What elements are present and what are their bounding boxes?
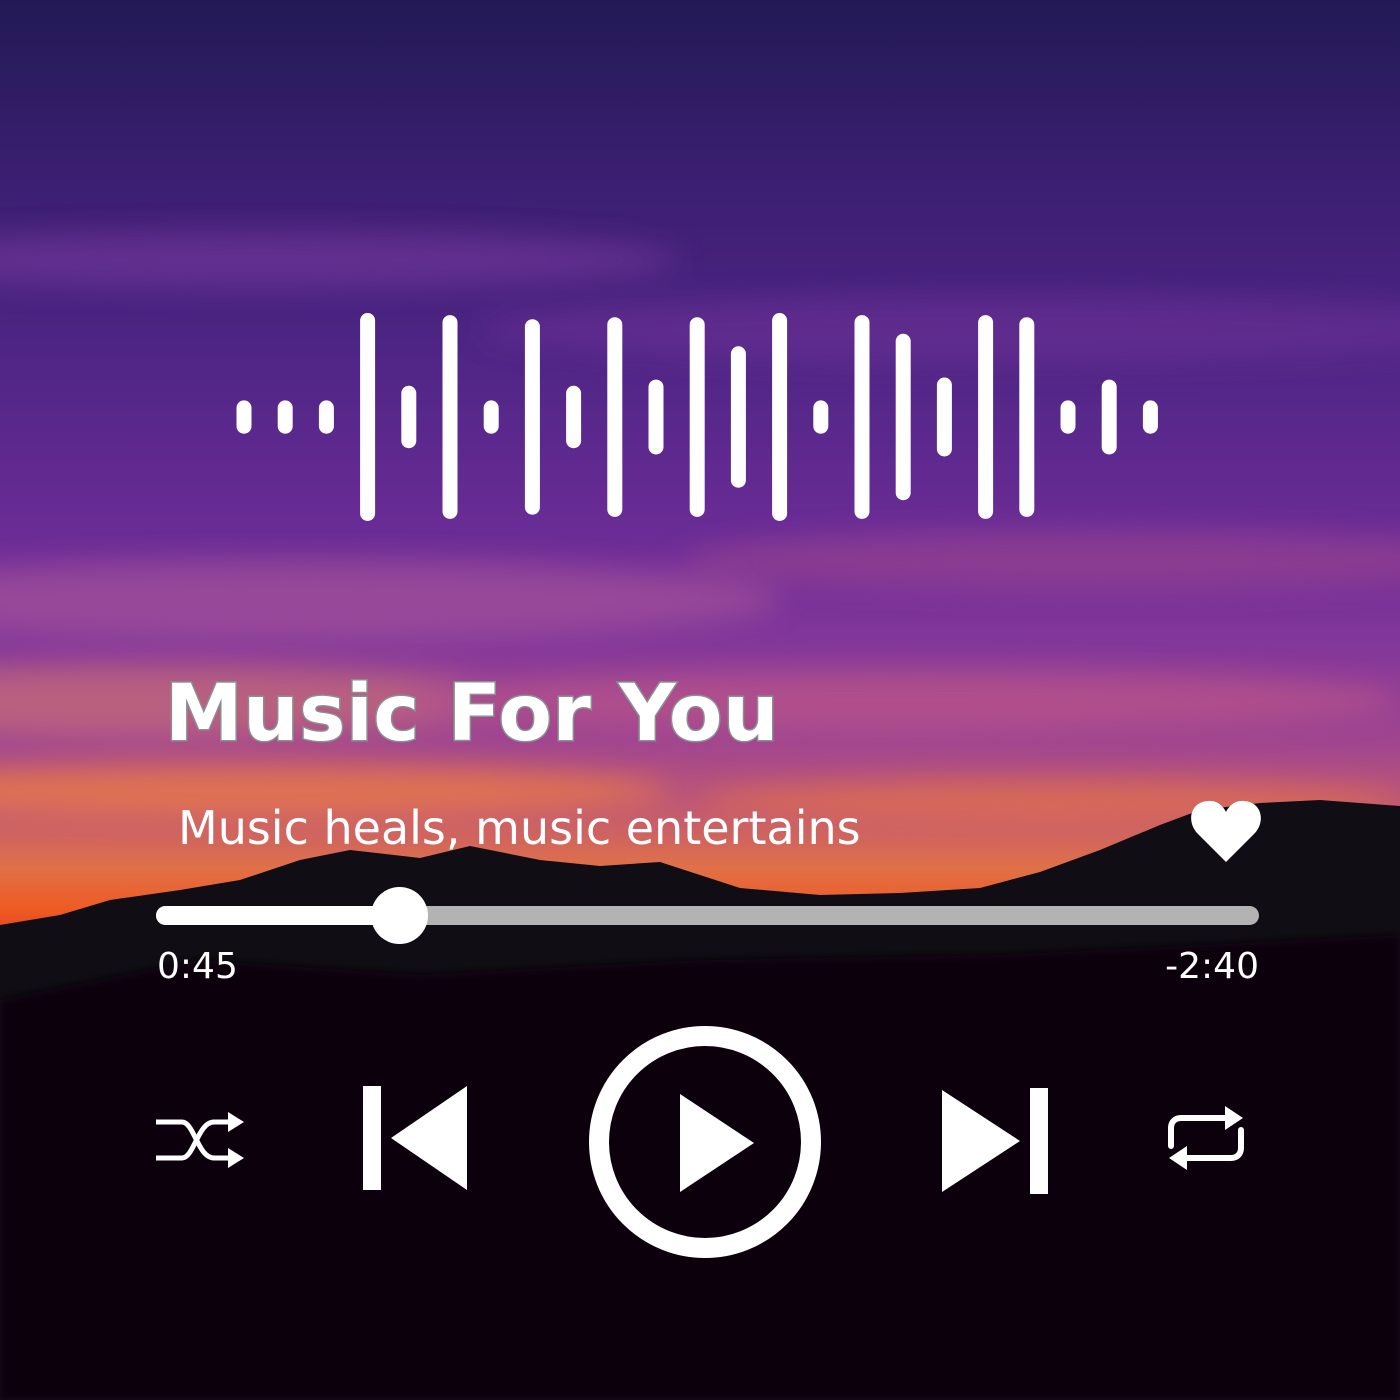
waveform-bar bbox=[524, 319, 540, 515]
progress-slider[interactable] bbox=[156, 887, 1259, 944]
waveform-bar bbox=[854, 315, 870, 519]
progress-fill bbox=[156, 906, 399, 925]
track-subtitle: Music heals, music entertains bbox=[178, 801, 861, 855]
waveform-bar bbox=[1019, 317, 1035, 517]
waveform-bar bbox=[442, 315, 458, 519]
play-button[interactable] bbox=[586, 1024, 824, 1260]
waveform-bar bbox=[483, 400, 499, 434]
heart-icon[interactable] bbox=[1190, 798, 1262, 864]
waveform-bar bbox=[360, 313, 376, 521]
play-icon bbox=[680, 1094, 754, 1192]
waveform-bar bbox=[648, 379, 664, 455]
waveform-bar bbox=[978, 315, 994, 519]
waveform-bar bbox=[277, 400, 293, 434]
waveform-bar bbox=[566, 385, 582, 449]
elapsed-time: 0:45 bbox=[157, 946, 238, 987]
progress-thumb[interactable] bbox=[371, 887, 428, 944]
waveform-bar bbox=[813, 400, 829, 434]
shuffle-icon[interactable] bbox=[152, 1110, 246, 1170]
skip-previous-button[interactable] bbox=[361, 1084, 471, 1192]
waveform-bar bbox=[318, 400, 334, 434]
waveform-bar bbox=[689, 317, 705, 517]
music-player-card: Music For You Music heals, music enterta… bbox=[0, 0, 1400, 1400]
waveform-bar bbox=[401, 385, 417, 449]
waveform-bar bbox=[1101, 379, 1117, 455]
waveform-bar bbox=[607, 317, 623, 517]
remaining-time: -2:40 bbox=[1165, 946, 1259, 987]
waveform-bar bbox=[730, 346, 746, 488]
waveform-bar bbox=[772, 313, 788, 521]
waveform-bar bbox=[895, 333, 911, 501]
waveform-bar bbox=[1142, 400, 1158, 434]
track-title: Music For You bbox=[164, 669, 780, 759]
waveform-bar bbox=[936, 377, 952, 457]
waveform-bar bbox=[236, 400, 252, 434]
skip-next-button[interactable] bbox=[940, 1086, 1050, 1196]
waveform-bar bbox=[1060, 400, 1076, 434]
repeat-icon[interactable] bbox=[1163, 1102, 1249, 1174]
